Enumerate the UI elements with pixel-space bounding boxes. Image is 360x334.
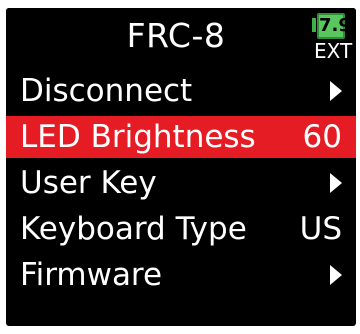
screen-title: FRC-8 [126, 16, 226, 55]
menu-item-firmware[interactable]: Firmware [6, 254, 356, 296]
screen-header: FRC-8 7.9 EXT [6, 8, 356, 68]
battery-terminal-icon [312, 18, 316, 32]
menu-item-keyboard-type[interactable]: Keyboard Type US [6, 208, 356, 250]
menu-item-value: US [299, 211, 342, 247]
power-source-label: EXT [314, 39, 353, 63]
menu-list: Disconnect LED Brightness 60 User Key Ke… [6, 70, 356, 300]
menu-item-label: Firmware [20, 257, 163, 293]
menu-item-label: Keyboard Type [20, 211, 247, 247]
device-screen: FRC-8 7.9 EXT Disconnect LED Brightness … [6, 8, 356, 326]
menu-item-label: LED Brightness [20, 119, 256, 155]
menu-item-value: 60 [302, 119, 342, 155]
submenu-arrow-icon [330, 173, 342, 193]
battery-indicator: 7.9 EXT [310, 10, 353, 66]
submenu-arrow-icon [330, 81, 342, 101]
menu-item-user-key[interactable]: User Key [6, 162, 356, 204]
battery-level: 7.9 [317, 13, 351, 39]
menu-item-label: Disconnect [20, 73, 193, 109]
menu-item-label: User Key [20, 165, 157, 201]
menu-item-disconnect[interactable]: Disconnect [6, 70, 356, 112]
submenu-arrow-icon [330, 265, 342, 285]
menu-item-led-brightness[interactable]: LED Brightness 60 [6, 116, 356, 158]
